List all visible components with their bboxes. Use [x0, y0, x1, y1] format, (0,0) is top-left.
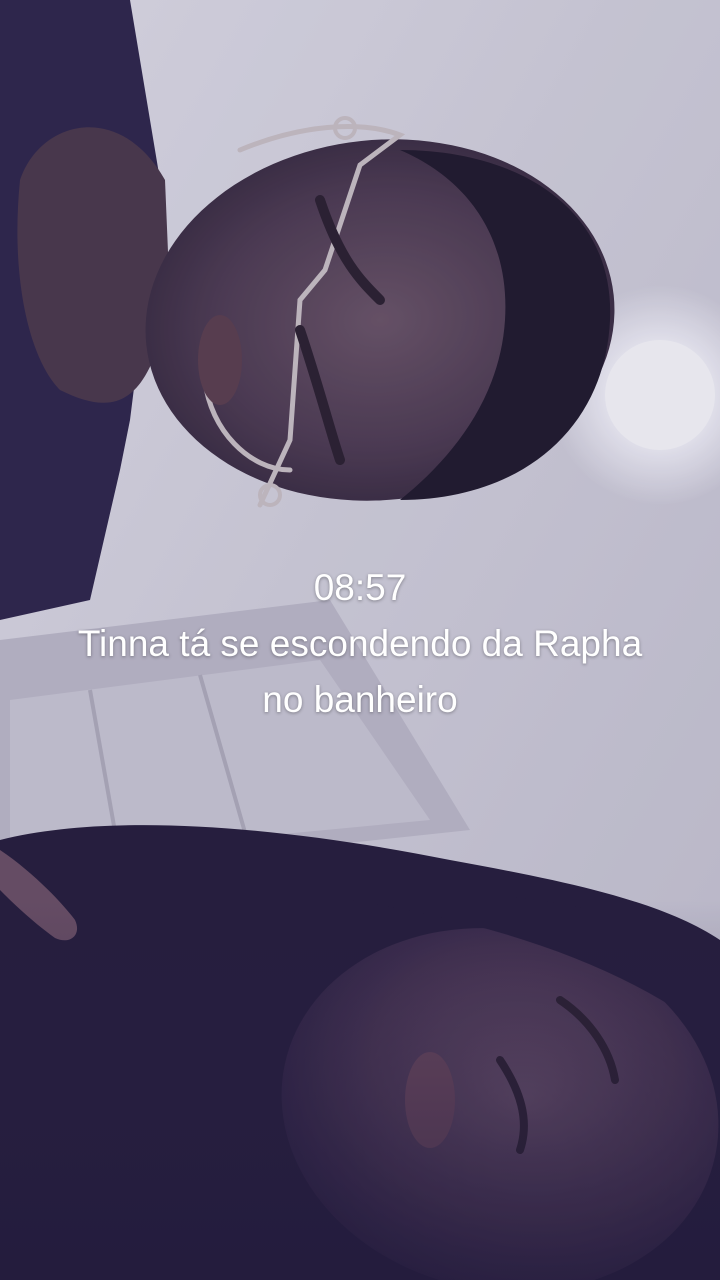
- caption-line-2: no banheiro: [262, 679, 458, 720]
- caption-line-1: Tinna tá se escondendo da Rapha: [77, 623, 643, 664]
- caption-time: 08:57: [313, 567, 407, 608]
- story-frame: 08:57 Tinna tá se escondendo da Rapha no…: [0, 0, 720, 1280]
- story-caption: 08:57 Tinna tá se escondendo da Rapha no…: [0, 560, 720, 728]
